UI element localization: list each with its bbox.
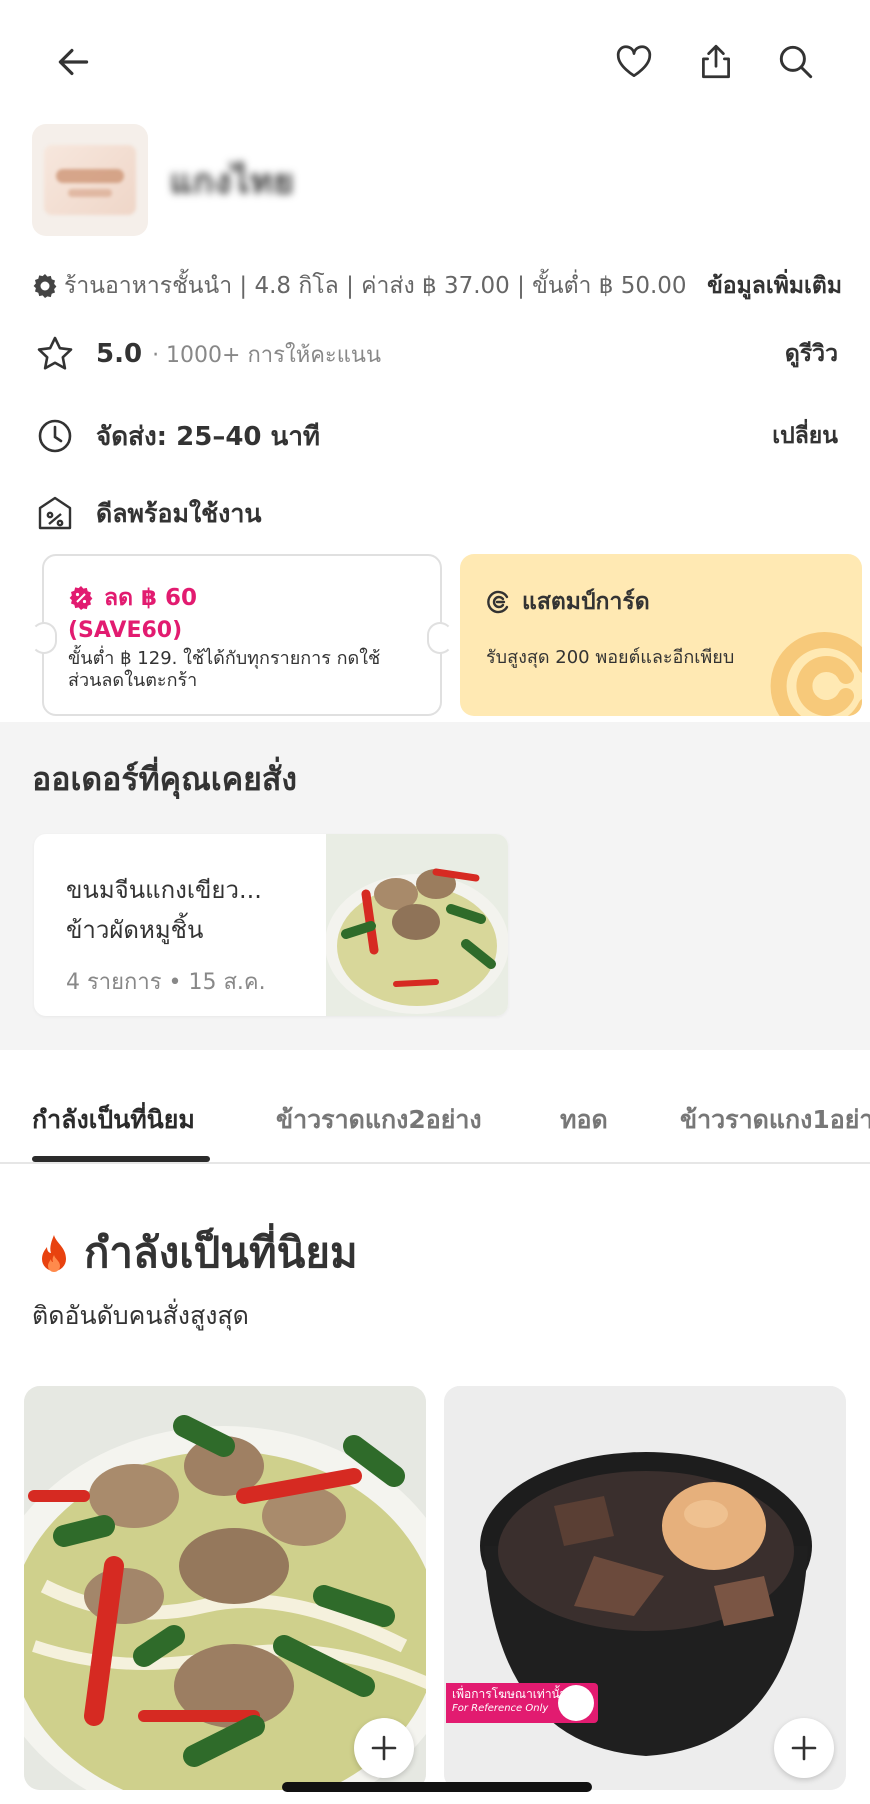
delivery-time: จัดส่ง: 25–40 นาที	[96, 421, 321, 452]
more-info-link[interactable]: ข้อมูลเพิ่มเติม	[707, 268, 842, 304]
past-order-items: ขนมจีนแกงเขียว... ข้าวผัดหมูชิ้น	[66, 870, 326, 950]
reference-only-badge: เพื่อการโฆษณาเท่านั้น For Reference Only	[446, 1683, 598, 1723]
stamp-card-icon	[487, 590, 509, 614]
top-bar	[0, 0, 870, 125]
section-title-text: กำลังเป็นที่นิยม	[84, 1228, 358, 1277]
back-arrow-icon[interactable]	[50, 38, 98, 86]
tab-rice-one-curry[interactable]: ข้าวราดแกง1อย่าง	[680, 1100, 870, 1140]
stamp-title: แสตมป์การ์ด	[486, 584, 650, 620]
section-title: กำลังเป็นที่นิยม	[38, 1220, 358, 1286]
stamp-card[interactable]: แสตมป์การ์ด รับสูงสุด 200 พอยต์และอีกเพี…	[460, 554, 862, 716]
change-delivery-link[interactable]: เปลี่ยน	[772, 418, 838, 454]
past-order-card[interactable]: ขนมจีนแกงเขียว... ข้าวผัดหมูชิ้น 4 รายกา…	[34, 834, 508, 1016]
voucher-code: (SAVE60)	[68, 618, 183, 643]
past-orders-title: ออเดอร์ที่คุณเคยสั่ง	[32, 760, 297, 798]
panda-icon	[558, 1685, 594, 1721]
voucher-amount: ลด ฿ 60	[104, 585, 198, 611]
fire-icon	[42, 1235, 66, 1272]
deals-row: ดีลพร้อมใช้งาน	[32, 490, 838, 538]
product-card-braised-soup[interactable]: เพื่อการโฆษณาเท่านั้น For Reference Only	[444, 1386, 846, 1790]
stamp-title-text: แสตมป์การ์ด	[522, 589, 650, 615]
see-reviews-link[interactable]: ดูรีวิว	[785, 336, 838, 372]
clock-icon	[32, 413, 78, 459]
tab-trending[interactable]: กำลังเป็นที่นิยม	[32, 1100, 195, 1140]
plus-icon	[371, 1735, 397, 1761]
percent-tag-icon	[32, 491, 78, 537]
plus-icon	[791, 1735, 817, 1761]
search-icon[interactable]	[772, 38, 820, 86]
tab-fried[interactable]: ทอด	[560, 1100, 608, 1140]
add-to-cart-button[interactable]	[354, 1718, 414, 1778]
voucher-title: ลด ฿ 60	[68, 580, 197, 616]
active-tab-indicator	[32, 1156, 210, 1162]
category-tabs: กำลังเป็นที่นิยม ข้าวราดแกง2อย่าง ทอด ข้…	[0, 1050, 870, 1164]
discount-badge-icon	[69, 586, 93, 610]
stamp-decoration	[770, 632, 862, 716]
deals-title: ดีลพร้อมใช้งาน	[96, 499, 262, 528]
tab-rice-two-curries[interactable]: ข้าวราดแกง2อย่าง	[276, 1100, 482, 1140]
rating-row[interactable]: 5.0 · 1000+ การให้คะแนน ดูรีวิว	[32, 330, 838, 378]
past-order-item-1: ขนมจีนแกงเขียว...	[66, 876, 262, 904]
add-to-cart-button[interactable]	[774, 1718, 834, 1778]
home-indicator[interactable]	[282, 1782, 592, 1792]
store-name: แกงไทย	[170, 162, 295, 202]
store-header: แกงไทย	[32, 124, 832, 236]
heart-icon[interactable]	[610, 38, 658, 86]
voucher-description: ขั้นต่ำ ฿ 129. ใช้ได้กับทุกรายการ กดใช้ส…	[68, 648, 381, 691]
product-card-green-curry[interactable]	[24, 1386, 426, 1790]
past-orders-section: ออเดอร์ที่คุณเคยสั่ง ขนมจีนแกงเขียว... ข…	[0, 722, 870, 1050]
stamp-description: รับสูงสุด 200 พอยต์และอีกเพียบ	[486, 647, 735, 668]
past-order-image	[326, 834, 508, 1016]
voucher-card[interactable]: ลด ฿ 60 (SAVE60) ขั้นต่ำ ฿ 129. ใช้ได้กั…	[31, 554, 453, 716]
store-info-line: ร้านอาหารชั้นนำ | 4.8 กิโล | ค่าส่ง ฿ 37…	[32, 268, 842, 304]
section-subtitle: ติดอันดับคนสั่งสูงสุด	[32, 1301, 249, 1330]
star-icon	[32, 331, 78, 377]
gear-badge-icon	[33, 274, 57, 298]
store-info-text: ร้านอาหารชั้นนำ | 4.8 กิโล | ค่าส่ง ฿ 37…	[64, 273, 687, 299]
delivery-row[interactable]: จัดส่ง: 25–40 นาที เปลี่ยน	[32, 412, 838, 460]
past-order-meta: 4 รายการ • 15 ส.ค.	[66, 970, 266, 995]
rating-count: · 1000+ การให้คะแนน	[152, 342, 381, 368]
past-order-item-2: ข้าวผัดหมูชิ้น	[66, 916, 204, 944]
share-icon[interactable]	[692, 38, 740, 86]
rating-value: 5.0	[96, 339, 143, 369]
store-logo	[32, 124, 148, 236]
